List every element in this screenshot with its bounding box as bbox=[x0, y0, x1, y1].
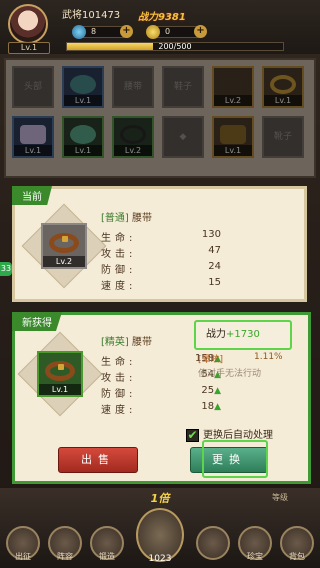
nav-label: 出征 bbox=[15, 552, 31, 561]
gem-icon bbox=[72, 25, 86, 39]
stat-value: 18▲ bbox=[201, 401, 221, 412]
level-label: 等级 bbox=[272, 493, 288, 502]
up-arrow-icon: ▲ bbox=[214, 402, 221, 412]
power-change-label: 战力 bbox=[206, 329, 226, 340]
stat-label: 速度: bbox=[101, 281, 137, 292]
swap-highlight bbox=[202, 440, 268, 478]
stat-label: 防御: bbox=[101, 265, 137, 276]
stat-value: 24 bbox=[208, 261, 221, 272]
speed-multiplier[interactable]: 1倍 bbox=[120, 490, 200, 506]
player-power: 战力9381 bbox=[138, 12, 186, 23]
new-item-name: [精英] 腰带 bbox=[101, 333, 152, 348]
coin-counter: 0 + bbox=[146, 25, 207, 39]
add-gems-button[interactable]: + bbox=[120, 25, 133, 38]
belt-icon bbox=[45, 361, 75, 381]
coin-icon bbox=[146, 25, 160, 39]
nav-item-5[interactable] bbox=[196, 526, 230, 560]
current-item-icon[interactable]: Lv.2 bbox=[41, 223, 87, 269]
current-item-frame: Lv.2 bbox=[21, 203, 107, 289]
exp-text: 200/500 bbox=[158, 42, 192, 51]
nav-lineup[interactable]: 阵容 bbox=[48, 526, 82, 561]
passive-name: [晕眩] bbox=[198, 355, 224, 365]
add-coins-button[interactable]: + bbox=[194, 25, 207, 38]
exp-bar: 200/500 bbox=[66, 42, 284, 51]
gem-counter: 8 + bbox=[72, 25, 133, 39]
new-tag: 新获得 bbox=[12, 312, 62, 331]
checkbox-checked-icon[interactable]: ✔ bbox=[186, 428, 199, 442]
nav-expedition[interactable]: 出征 bbox=[6, 526, 40, 561]
passive-skill: [晕眩] 1.11% 使对手无法行动 bbox=[198, 352, 300, 379]
stat-value: 25▲ bbox=[201, 385, 221, 396]
nav-label: 锻造 bbox=[99, 552, 115, 561]
stat-value-text: 18 bbox=[201, 401, 215, 412]
up-arrow-icon: ▲ bbox=[214, 386, 221, 396]
player-name: 武将101473 bbox=[62, 10, 121, 21]
current-item-level: Lv.2 bbox=[43, 256, 85, 267]
nav-label: 阵容 bbox=[57, 552, 73, 561]
current-item-name: [普通] 腰带 bbox=[101, 209, 152, 224]
nav-forge[interactable]: 锻造 bbox=[90, 526, 124, 561]
sell-button[interactable]: 出售 bbox=[58, 447, 138, 473]
coin-value: 0 bbox=[165, 27, 171, 36]
stat-label: 攻击: bbox=[101, 373, 137, 384]
new-name-text: 腰带 bbox=[132, 337, 152, 348]
new-item-level: Lv.1 bbox=[39, 384, 81, 395]
nav-label: 背包 bbox=[289, 552, 305, 561]
passive-description: 使对手无法行动 bbox=[198, 369, 262, 379]
stat-label: 攻击: bbox=[101, 249, 137, 260]
stat-label: 生命: bbox=[101, 357, 137, 368]
current-item-panel: 当前 Lv.2 [普通] 腰带 生命: 130 攻击: 47 防御: 24 速度: 15 bbox=[12, 186, 307, 302]
nav-label: 珍宝 bbox=[247, 552, 263, 561]
stat-value: 47 bbox=[208, 245, 221, 256]
stat-label: 防御: bbox=[101, 389, 137, 400]
power-change-box: 战力+1730 bbox=[194, 320, 292, 350]
gem-value: 8 bbox=[91, 27, 97, 36]
power-change-value: +1730 bbox=[226, 329, 260, 340]
side-badge[interactable]: 33 bbox=[0, 262, 12, 276]
stat-value: 15 bbox=[208, 277, 221, 288]
top-bar: Lv.1 武将101473 战力9381 8 + 0 + 200/500 bbox=[0, 0, 320, 54]
current-name-text: 腰带 bbox=[132, 213, 152, 224]
stat-label: 生命: bbox=[101, 233, 137, 244]
nav-bag[interactable]: 背包 bbox=[280, 526, 314, 561]
new-item-icon[interactable]: Lv.1 bbox=[37, 351, 83, 397]
new-item-frame: Lv.1 bbox=[17, 331, 103, 417]
new-quality: [精英] bbox=[101, 337, 129, 348]
player-level: Lv.1 bbox=[8, 42, 50, 54]
current-tag: 当前 bbox=[12, 186, 52, 205]
current-quality: [普通] bbox=[101, 213, 129, 224]
player-avatar[interactable] bbox=[8, 4, 48, 44]
hammer-count: 1023 bbox=[148, 554, 172, 564]
belt-icon bbox=[49, 233, 79, 253]
stat-label: 速度: bbox=[101, 405, 137, 416]
nav-treasure[interactable]: 珍宝 bbox=[238, 526, 272, 561]
stat-value-text: 25 bbox=[201, 385, 215, 396]
passive-chance: 1.11% bbox=[254, 352, 283, 362]
stat-value: 130 bbox=[201, 229, 221, 240]
